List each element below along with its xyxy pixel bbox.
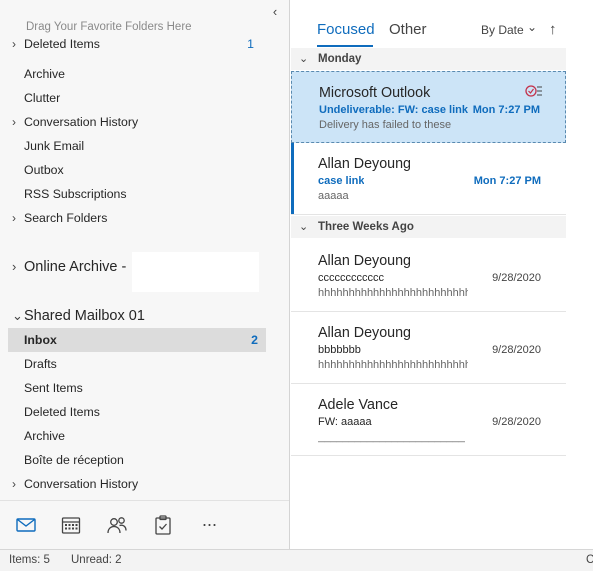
message-item[interactable]: Adele Vance FW: aaaaa 9/28/2020 ________… [291, 384, 566, 456]
tab-other[interactable]: Other [389, 20, 427, 40]
shared-mailbox-header[interactable]: ⌄ Shared Mailbox 01 [0, 304, 289, 328]
message-preview: hhhhhhhhhhhhhhhhhhhhhhhhh [318, 359, 468, 371]
folder-sent-items[interactable]: Sent Items [0, 376, 280, 400]
message-item[interactable]: Microsoft Outlook Undeliverable: FW: cas… [291, 71, 566, 143]
message-preview: hhhhhhhhhhhhhhhhhhhhhhhhh [318, 287, 468, 299]
message-sender: Microsoft Outlook [319, 85, 431, 101]
folder-deleted-items-shared[interactable]: Deleted Items [0, 400, 280, 424]
chevron-down-icon[interactable]: ⌄ [299, 48, 308, 70]
message-list-pane: Focused Other By Date ⌄ ↑ ⌄ Monday Micro… [291, 0, 593, 549]
message-preview: Delivery has failed to these [319, 119, 452, 131]
mail-icon[interactable] [14, 513, 38, 537]
tab-focused[interactable]: Focused [317, 20, 375, 40]
folder-junk-email[interactable]: Junk Email [0, 134, 280, 158]
more-icon[interactable]: ··· [197, 513, 221, 537]
collapse-pane-chevron-icon[interactable]: ‹ [268, 4, 282, 20]
message-subject: FW: aaaaa [318, 416, 372, 428]
message-sender: Allan Deyoung [318, 325, 411, 341]
status-unread-count: Unread: 2 [71, 554, 122, 566]
unread-count: 1 [247, 38, 254, 51]
chevron-right-icon: › [12, 38, 16, 51]
unread-count: 2 [251, 333, 258, 347]
chevron-right-icon[interactable]: › [12, 255, 16, 279]
message-date: Mon 7:27 PM [472, 104, 540, 116]
sort-label: By Date [481, 23, 524, 37]
message-item[interactable]: Allan Deyoung case link Mon 7:27 PM aaaa… [291, 143, 566, 215]
message-sender: Allan Deyoung [318, 253, 411, 269]
sort-by-dropdown[interactable]: By Date ⌄ [481, 20, 538, 37]
redacted-account-name [132, 252, 259, 292]
message-subject: Undeliverable: FW: case link [319, 104, 468, 116]
chevron-down-icon: ⌄ [527, 20, 538, 34]
message-date: 9/28/2020 [492, 272, 541, 284]
message-subject: bbbbbbb [318, 344, 361, 356]
message-sender: Allan Deyoung [318, 156, 411, 172]
chevron-right-icon[interactable]: › [12, 110, 16, 134]
favorites-drag-hint: Drag Your Favorite Folders Here [26, 21, 192, 33]
active-tab-indicator [317, 45, 373, 47]
message-item[interactable]: Allan Deyoung bbbbbbb 9/28/2020 hhhhhhhh… [291, 312, 566, 384]
folder-clutter[interactable]: Clutter [0, 86, 280, 110]
folder-conversation-history-shared[interactable]: › Conversation History [0, 472, 280, 496]
status-edge-text: C [586, 554, 593, 566]
message-subject: case link [318, 175, 365, 187]
folder-search-folders[interactable]: › Search Folders [0, 206, 280, 230]
group-header-three-weeks-ago[interactable]: ⌄ Three Weeks Ago [291, 216, 566, 238]
status-bar: Items: 5 Unread: 2 C [0, 549, 593, 571]
chevron-right-icon[interactable]: › [12, 206, 16, 230]
folder-boite-de-reception[interactable]: Boîte de réception [0, 448, 280, 472]
message-date: 9/28/2020 [492, 416, 541, 428]
calendar-icon[interactable] [59, 513, 83, 537]
folder-archive-shared[interactable]: Archive [0, 424, 280, 448]
group-header-monday[interactable]: ⌄ Monday [291, 48, 566, 70]
folder-pane: Drag Your Favorite Folders Here ‹ › Dele… [0, 0, 290, 549]
folder-archive[interactable]: Archive [0, 62, 280, 86]
message-item[interactable]: Allan Deyoung cccccccccccc 9/28/2020 hhh… [291, 240, 566, 312]
status-items-count: Items: 5 [9, 554, 50, 566]
sort-direction-arrow-icon[interactable]: ↑ [549, 21, 557, 38]
message-preview: ________________________ [318, 431, 465, 443]
message-date: Mon 7:27 PM [473, 175, 541, 187]
flag-followup-icon[interactable] [525, 84, 543, 98]
folder-inbox[interactable]: Inbox 2 [8, 328, 266, 352]
chevron-down-icon[interactable]: ⌄ [12, 304, 23, 328]
module-navigation-bar: ··· [0, 500, 289, 549]
message-subject: cccccccccccc [318, 272, 384, 284]
message-date: 9/28/2020 [492, 344, 541, 356]
folder-conversation-history[interactable]: › Conversation History [0, 110, 280, 134]
chevron-right-icon[interactable]: › [12, 472, 16, 496]
folder-outbox[interactable]: Outbox [0, 158, 280, 182]
folder-tree: Drag Your Favorite Folders Here ‹ › Dele… [0, 0, 289, 500]
tasks-icon[interactable] [151, 513, 175, 537]
folder-rss-subscriptions[interactable]: RSS Subscriptions [0, 182, 280, 206]
message-preview: aaaaa [318, 190, 349, 202]
people-icon[interactable] [105, 513, 129, 537]
folder-drafts[interactable]: Drafts [0, 352, 280, 376]
message-sender: Adele Vance [318, 397, 399, 413]
folder-deleted-items[interactable]: › Deleted Items 1 [0, 38, 280, 56]
chevron-down-icon[interactable]: ⌄ [299, 216, 308, 238]
